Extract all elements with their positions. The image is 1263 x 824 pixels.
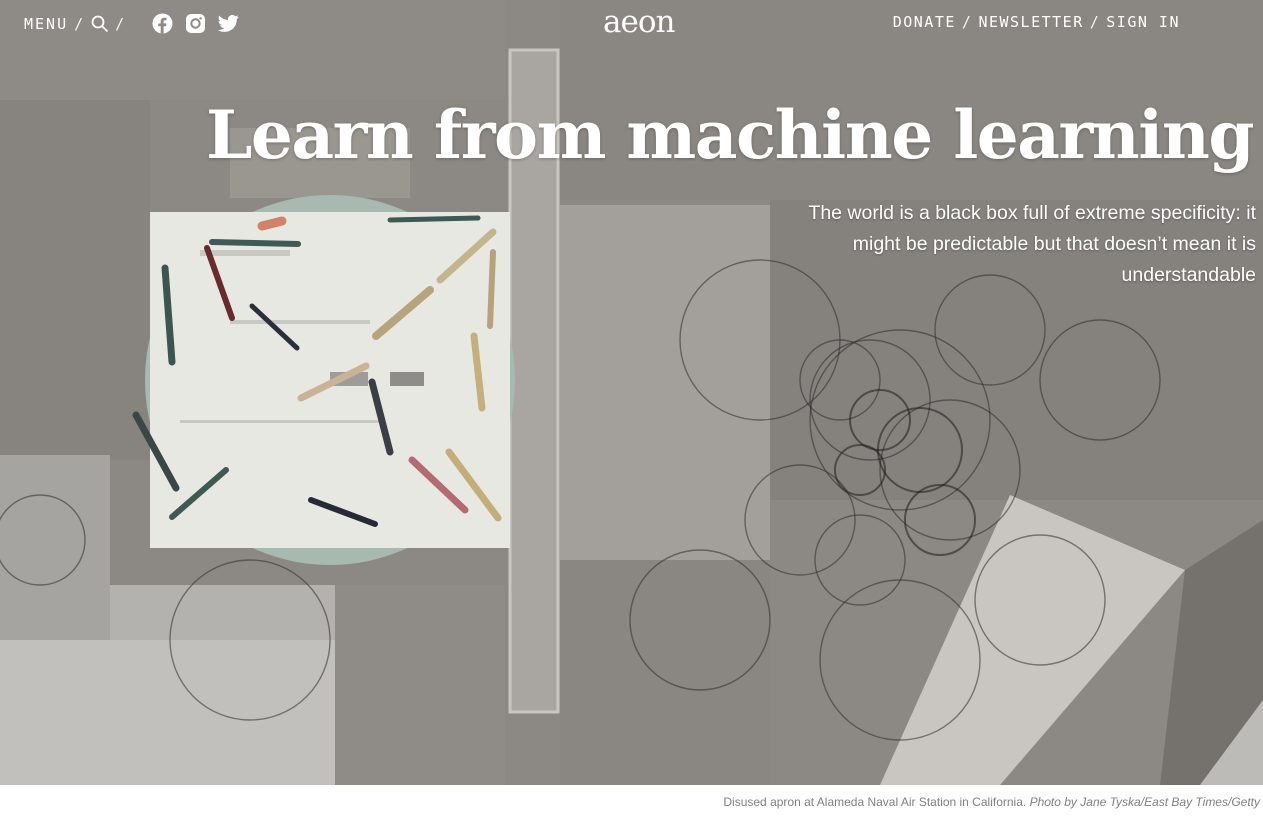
nav-left: MENU / / xyxy=(24,13,239,34)
article-standfirst: The world is a black box full of extreme… xyxy=(808,202,1256,286)
hero-image: MENU / / aeon DONATE / NEWSLETTER / SIGN… xyxy=(0,0,1263,785)
nav-separator: / xyxy=(1089,13,1101,31)
twitter-icon[interactable] xyxy=(218,13,239,34)
caption-text: Disused apron at Alameda Naval Air Stati… xyxy=(723,795,1027,809)
sign-in-link[interactable]: SIGN IN xyxy=(1106,13,1180,31)
article-title: Learn from machine learning xyxy=(206,96,1255,174)
nav-separator: / xyxy=(115,14,127,33)
nav-right: DONATE / NEWSLETTER / SIGN IN xyxy=(893,13,1180,31)
nav-separator: / xyxy=(961,13,973,31)
site-logo[interactable]: aeon xyxy=(603,4,675,40)
search-icon[interactable] xyxy=(91,15,109,33)
caption-credit: Photo by Jane Tyska/East Bay Times/Getty xyxy=(1029,795,1260,809)
top-navigation: MENU / / aeon DONATE / NEWSLETTER / SIGN… xyxy=(0,0,1263,46)
newsletter-link[interactable]: NEWSLETTER xyxy=(978,13,1083,31)
donate-link[interactable]: DONATE xyxy=(893,13,956,31)
menu-button[interactable]: MENU xyxy=(24,15,68,33)
nav-separator: / xyxy=(74,14,86,33)
facebook-icon[interactable] xyxy=(152,13,173,34)
instagram-icon[interactable] xyxy=(185,13,206,34)
image-caption: Disused apron at Alameda Naval Air Stati… xyxy=(723,795,1260,809)
social-links xyxy=(152,13,239,34)
